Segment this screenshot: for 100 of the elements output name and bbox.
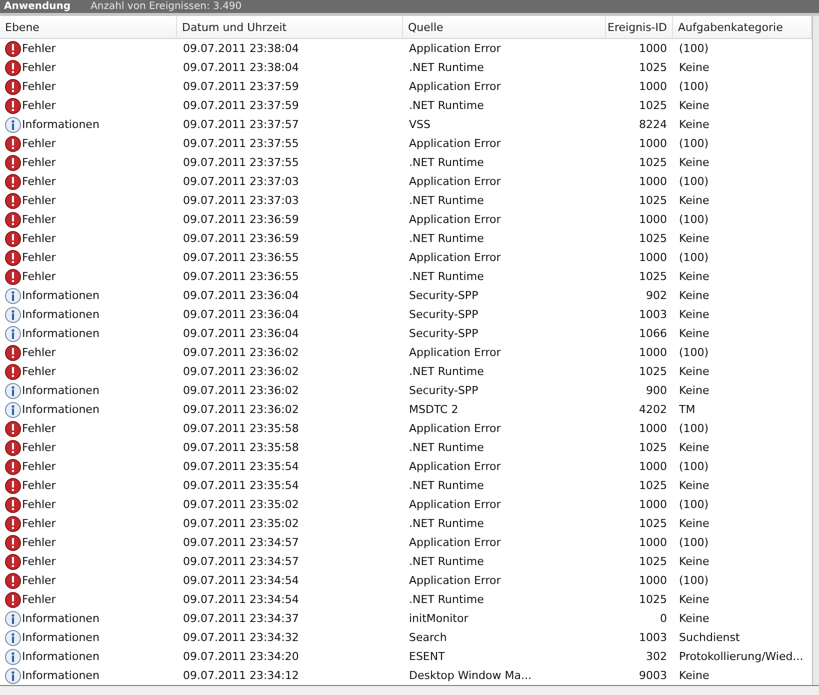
column-header[interactable]: Quelle — [403, 16, 606, 38]
error-icon — [5, 174, 21, 190]
level-cell: Fehler — [22, 42, 56, 55]
source-cell-text: .NET Runtime — [408, 479, 485, 492]
source-cell-text: ESENT — [408, 650, 446, 663]
date-cell-text: 09.07.2011 23:34:54 — [182, 593, 300, 606]
column-header[interactable]: Ebene — [0, 16, 177, 38]
event-id-cell-text: 1025 — [638, 593, 668, 606]
error-icon — [5, 458, 21, 474]
error-icon — [5, 516, 21, 532]
event-id-cell-text: 1000 — [638, 42, 668, 55]
date-cell-text: 09.07.2011 23:37:59 — [182, 99, 300, 112]
event-id-cell-text: 0 — [659, 612, 668, 625]
date-cell-text: 09.07.2011 23:36:55 — [182, 251, 300, 264]
source-cell-text: Application Error — [408, 80, 502, 93]
level-cell: Fehler — [22, 517, 56, 530]
category-cell-text: Keine — [678, 99, 710, 112]
column-header[interactable]: Datum und Uhrzeit — [177, 16, 403, 38]
date-cell-text: 09.07.2011 23:35:02 — [182, 498, 300, 511]
source-cell-text: Security-SPP — [408, 327, 480, 340]
level-cell: Fehler — [22, 213, 56, 226]
category-cell-text: Keine — [678, 118, 710, 131]
category-cell-text: Keine — [678, 517, 710, 530]
error-icon — [5, 344, 21, 360]
date-cell-text: 09.07.2011 23:36:02 — [182, 365, 300, 378]
level-cell: Fehler — [22, 61, 56, 74]
date-cell-text: 09.07.2011 23:37:03 — [182, 194, 300, 207]
event-id-cell-text: 1025 — [638, 270, 668, 283]
source-cell-text: .NET Runtime — [408, 99, 485, 112]
error-icon — [5, 268, 21, 284]
category-cell-text: Keine — [678, 555, 710, 568]
event-id-cell-text: 9003 — [638, 669, 668, 682]
error-icon — [5, 554, 21, 570]
error-icon — [5, 572, 21, 588]
source-cell-text: Application Error — [408, 175, 502, 188]
event-id-cell-text: 1000 — [638, 460, 668, 473]
info-icon — [5, 648, 21, 664]
source-cell-text: Security-SPP — [408, 308, 480, 321]
source-cell-text: .NET Runtime — [408, 156, 485, 169]
event-id-cell-text: 1025 — [638, 156, 668, 169]
error-icon — [5, 230, 21, 246]
date-cell-text: 09.07.2011 23:37:55 — [182, 137, 300, 150]
category-cell-text: (100) — [678, 498, 710, 511]
event-id-cell-text: 902 — [645, 289, 668, 302]
date-cell-text: 09.07.2011 23:35:58 — [182, 422, 300, 435]
level-cell: Fehler — [22, 137, 56, 150]
error-icon — [5, 478, 21, 494]
level-cell: Informationen — [22, 308, 100, 321]
date-cell-text: 09.07.2011 23:38:04 — [182, 61, 300, 74]
source-cell-text: .NET Runtime — [408, 61, 485, 74]
category-cell-text: Keine — [678, 308, 710, 321]
category-cell-text: Protokollierung/Wied... — [678, 650, 804, 663]
level-cell: Informationen — [22, 669, 100, 682]
date-cell-text: 09.07.2011 23:36:59 — [182, 232, 300, 245]
event-id-cell-text: 4202 — [638, 403, 668, 416]
event-id-cell-text: 1000 — [638, 175, 668, 188]
date-cell-text: 09.07.2011 23:37:55 — [182, 156, 300, 169]
date-cell-text: 09.07.2011 23:36:02 — [182, 384, 300, 397]
category-cell-text: Keine — [678, 232, 710, 245]
error-icon — [5, 496, 21, 512]
event-id-cell-text: 1003 — [638, 631, 668, 644]
event-id-cell-text: 1025 — [638, 99, 668, 112]
category-cell-text: Keine — [678, 289, 710, 302]
source-cell-text: Application Error — [408, 536, 502, 549]
source-cell-text: Application Error — [408, 346, 502, 359]
event-id-cell-text: 1025 — [638, 441, 668, 454]
event-id-cell-text: 1000 — [638, 251, 668, 264]
error-icon — [5, 420, 21, 436]
category-cell-text: Keine — [678, 441, 710, 454]
category-cell-text: (100) — [678, 251, 710, 264]
date-cell-text: 09.07.2011 23:34:54 — [182, 574, 300, 587]
error-icon — [5, 534, 21, 550]
event-id-cell-text: 1000 — [638, 422, 668, 435]
level-cell: Informationen — [22, 631, 100, 644]
info-icon — [5, 326, 21, 342]
error-icon — [5, 212, 21, 228]
level-cell: Fehler — [22, 593, 56, 606]
event-id-cell-text: 1025 — [638, 479, 668, 492]
date-cell-text: 09.07.2011 23:36:04 — [182, 308, 300, 321]
category-cell-text: Keine — [678, 327, 710, 340]
category-cell-text: Keine — [678, 194, 710, 207]
category-cell-text: Keine — [678, 612, 710, 625]
level-cell: Fehler — [22, 574, 56, 587]
category-cell-text: Keine — [678, 479, 710, 492]
source-cell-text: Application Error — [408, 213, 502, 226]
info-icon — [5, 288, 21, 304]
event-id-cell-text: 1025 — [638, 555, 668, 568]
error-icon — [5, 98, 21, 114]
date-cell-text: 09.07.2011 23:34:20 — [182, 650, 300, 663]
level-cell: Fehler — [22, 251, 56, 264]
source-cell-text: .NET Runtime — [408, 232, 485, 245]
error-icon — [5, 592, 21, 608]
level-cell: Fehler — [22, 555, 56, 568]
category-cell-text: (100) — [678, 460, 710, 473]
column-header[interactable]: Ereignis-ID — [606, 16, 673, 38]
info-icon — [5, 382, 21, 398]
error-icon — [5, 136, 21, 152]
error-icon — [5, 154, 21, 170]
error-icon — [5, 364, 21, 380]
event-id-cell-text: 8224 — [638, 118, 668, 131]
